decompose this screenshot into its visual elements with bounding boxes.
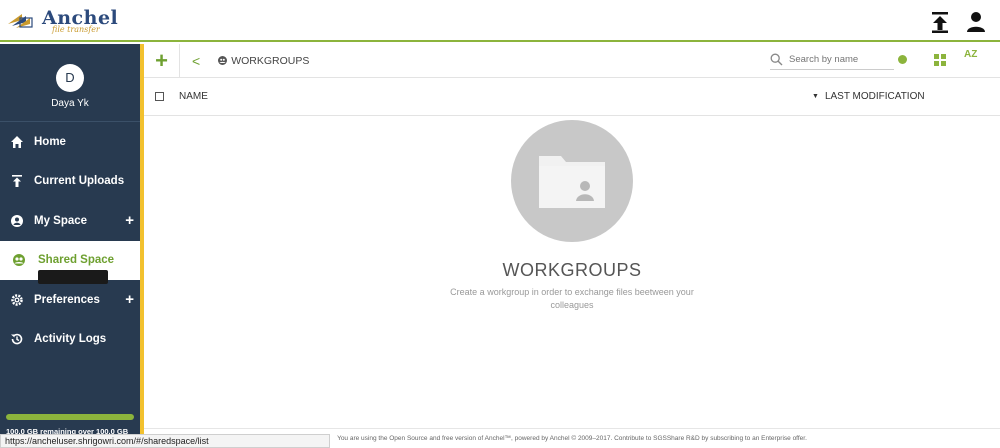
empty-state-title: WORKGROUPS: [502, 260, 642, 280]
empty-state: WORKGROUPS Create a workgroup in order t…: [144, 120, 1000, 312]
breadcrumb[interactable]: WORKGROUPS: [218, 55, 309, 67]
back-button[interactable]: <: [192, 53, 200, 69]
empty-desc-line: Create a workgroup in order to exchange …: [450, 287, 694, 297]
sidebar-item-preferences[interactable]: Preferences +: [0, 280, 140, 320]
gear-icon: [11, 294, 23, 306]
search-icon: [770, 53, 783, 66]
quota-fill: [6, 414, 134, 420]
add-workgroup-button[interactable]: +: [144, 43, 180, 78]
sidebar-item-label: Current Uploads: [34, 175, 125, 188]
sidebar-item-my-space[interactable]: My Space +: [0, 201, 140, 241]
tooltip: [38, 270, 108, 284]
user-icon[interactable]: [964, 10, 988, 34]
sidebar-item-label: My Space: [34, 214, 88, 227]
search-input[interactable]: [789, 54, 889, 65]
sidebar-item-label: Preferences: [34, 293, 100, 306]
shared-icon: [13, 254, 25, 267]
sidebar-item-current-uploads[interactable]: Current Uploads: [0, 162, 140, 202]
empty-state-description: Create a workgroup in order to exchange …: [144, 286, 1000, 312]
main-content: + < WORKGROUPS AZ NAME ▼ LAST MODIFICATI…: [144, 43, 1000, 448]
history-icon: [11, 334, 23, 345]
empty-state-illustration: [511, 120, 633, 242]
expand-preferences-icon[interactable]: +: [125, 291, 134, 308]
select-all-checkbox[interactable]: [155, 92, 164, 101]
breadcrumb-label: WORKGROUPS: [231, 54, 310, 67]
list-header: NAME ▼ LAST MODIFICATION: [144, 78, 1000, 116]
app-logo[interactable]: Anchel file transfer: [6, 6, 118, 36]
folder-user-icon: [539, 156, 605, 208]
sort-az-icon[interactable]: AZ: [964, 50, 977, 60]
column-header-last-modification[interactable]: ▼ LAST MODIFICATION: [812, 91, 925, 102]
column-label: LAST MODIFICATION: [824, 91, 925, 102]
column-header-name[interactable]: NAME: [179, 91, 208, 102]
profile-section: D Daya Yk: [0, 44, 140, 122]
home-icon: [11, 135, 23, 148]
empty-desc-line: colleagues: [550, 300, 594, 310]
workgroup-icon: [218, 56, 228, 65]
avatar[interactable]: D: [56, 64, 84, 92]
top-bar: Anchel file transfer: [0, 0, 1000, 42]
logo-mark-icon: [8, 14, 33, 28]
quota-section: 100.0 GB remaining over 100.0 GB: [0, 414, 140, 436]
username: Daya Yk: [51, 98, 89, 109]
status-bar-url: https://ancheluser.shrigowri.com/#/share…: [0, 434, 330, 448]
sort-desc-icon: ▼: [812, 93, 819, 100]
sidebar: D Daya Yk Home Current Uploads My Space …: [0, 44, 140, 448]
quota-bar: [6, 414, 134, 420]
search-clear-icon[interactable]: [898, 55, 907, 64]
user-circle-icon: [11, 214, 23, 227]
upload-icon[interactable]: [928, 10, 952, 34]
expand-my-space-icon[interactable]: +: [125, 212, 134, 229]
sort-label: AZ: [964, 49, 978, 60]
grid-view-icon[interactable]: [934, 54, 946, 66]
sidebar-item-label: Shared Space: [38, 254, 115, 267]
sidebar-item-label: Activity Logs: [34, 333, 107, 346]
upload-icon: [12, 175, 22, 188]
sidebar-item-activity-logs[interactable]: Activity Logs: [0, 320, 140, 360]
search-box[interactable]: [770, 50, 894, 70]
sidebar-item-label: Home: [34, 135, 66, 148]
sidebar-item-home[interactable]: Home: [0, 122, 140, 162]
toolbar: + < WORKGROUPS AZ: [144, 43, 1000, 78]
